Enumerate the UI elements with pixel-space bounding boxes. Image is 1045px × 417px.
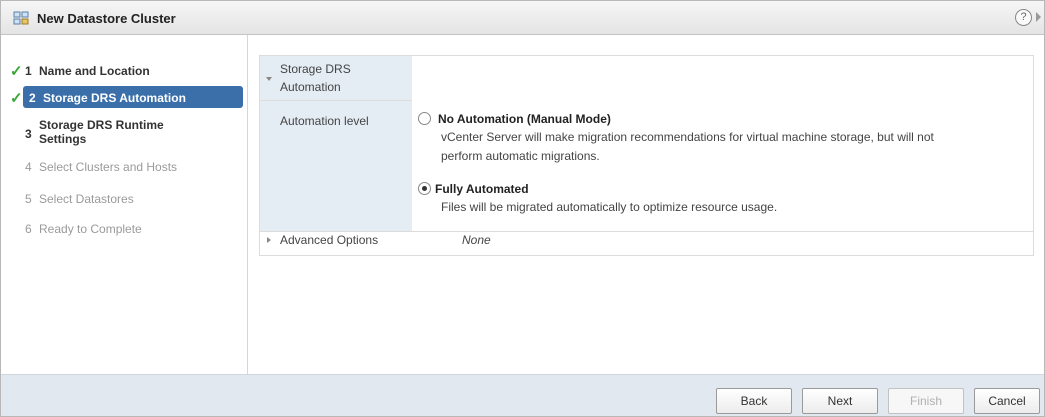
help-icon[interactable]: ? bbox=[1015, 9, 1032, 26]
datastore-cluster-icon bbox=[13, 11, 29, 25]
radio-fully-automated[interactable] bbox=[418, 182, 431, 195]
wizard-content: Storage DRS Automation Automation level … bbox=[249, 35, 1044, 374]
step-label: Ready to Complete bbox=[39, 222, 142, 236]
automation-level-label: Automation level bbox=[280, 114, 369, 128]
expand-arrow-icon[interactable] bbox=[1036, 12, 1041, 22]
collapse-arrow-icon[interactable] bbox=[266, 77, 272, 81]
step-number: 4 bbox=[25, 160, 32, 174]
cancel-button[interactable]: Cancel bbox=[974, 388, 1040, 414]
step-number: 3 bbox=[25, 127, 32, 141]
no-automation-desc: vCenter Server will make migration recom… bbox=[441, 128, 934, 166]
step-number: 1 bbox=[25, 64, 32, 78]
step-label: Select Clusters and Hosts bbox=[39, 160, 178, 174]
step-label-line1: Storage DRS Runtime bbox=[39, 118, 164, 132]
desc-line1: Files will be migrated automatically to … bbox=[441, 200, 778, 214]
section-title-line1: Storage DRS bbox=[280, 62, 351, 76]
advanced-options-label[interactable]: Advanced Options bbox=[280, 233, 378, 247]
step-number: 6 bbox=[25, 222, 32, 236]
step-label: Name and Location bbox=[39, 64, 150, 78]
step-storage-drs-automation[interactable]: ✓ 2 Storage DRS Automation bbox=[1, 86, 248, 110]
fully-automated-title[interactable]: Fully Automated bbox=[435, 182, 529, 196]
step-number: 2 bbox=[29, 91, 36, 105]
settings-grid: Storage DRS Automation Automation level … bbox=[259, 55, 1034, 256]
step-label: Storage DRS Automation bbox=[43, 91, 186, 105]
radio-no-automation[interactable] bbox=[418, 112, 431, 125]
step-runtime-settings[interactable]: 3 Storage DRS Runtime Settings bbox=[1, 115, 248, 151]
title-bar: New Datastore Cluster ? bbox=[1, 1, 1044, 35]
desc-line2: perform automatic migrations. bbox=[441, 149, 600, 163]
section-title-line2: Automation bbox=[280, 80, 341, 94]
divider bbox=[260, 100, 412, 101]
step-label: Select Datastores bbox=[39, 192, 134, 206]
step-select-clusters: 4 Select Clusters and Hosts bbox=[1, 155, 248, 179]
wizard-steps: ✓ 1 Name and Location ✓ 2 Storage DRS Au… bbox=[1, 35, 248, 374]
no-automation-title[interactable]: No Automation (Manual Mode) bbox=[438, 112, 611, 126]
radio-selected-dot bbox=[422, 186, 427, 191]
wizard-window: New Datastore Cluster ? ✓ 1 Name and Loc… bbox=[0, 0, 1045, 417]
divider bbox=[260, 231, 1033, 232]
back-button[interactable]: Back bbox=[716, 388, 792, 414]
next-button[interactable]: Next bbox=[802, 388, 878, 414]
fully-automated-desc: Files will be migrated automatically to … bbox=[441, 198, 777, 217]
check-icon: ✓ bbox=[10, 90, 23, 107]
wizard-footer: Back Next Finish Cancel bbox=[1, 374, 1044, 416]
step-number: 5 bbox=[25, 192, 32, 206]
advanced-options-value: None bbox=[462, 233, 491, 247]
step-ready-to-complete: 6 Ready to Complete bbox=[1, 217, 248, 241]
section-title[interactable]: Storage DRS Automation bbox=[280, 60, 400, 96]
step-name-location[interactable]: ✓ 1 Name and Location bbox=[1, 59, 248, 83]
window-title: New Datastore Cluster bbox=[37, 11, 176, 26]
check-icon: ✓ bbox=[10, 63, 23, 80]
desc-line1: vCenter Server will make migration recom… bbox=[441, 130, 934, 144]
expand-arrow-icon[interactable] bbox=[267, 237, 271, 243]
step-select-datastores: 5 Select Datastores bbox=[1, 187, 248, 211]
step-label-line2: Settings bbox=[39, 132, 87, 146]
finish-button: Finish bbox=[888, 388, 964, 414]
